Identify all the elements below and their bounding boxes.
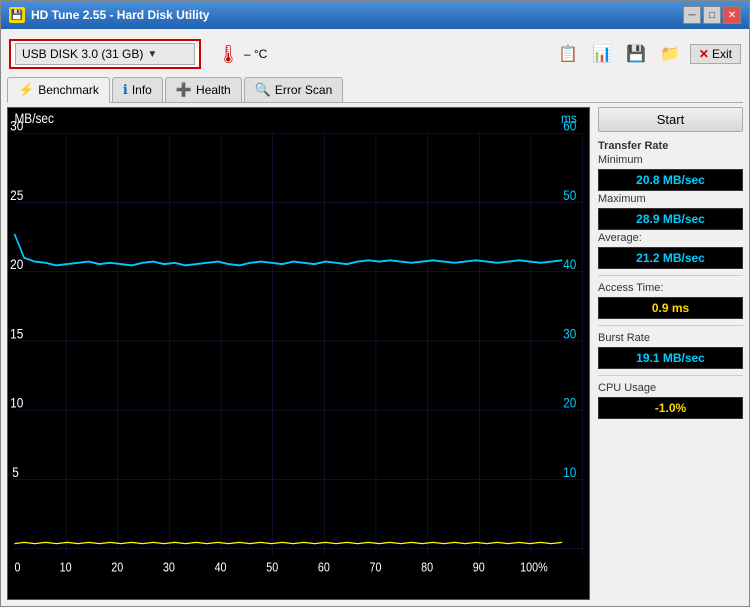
errorscan-tab-label: Error Scan bbox=[275, 83, 332, 97]
disk-name-label: USB DISK 3.0 (31 GB) bbox=[22, 47, 143, 61]
tab-health[interactable]: ➕ Health bbox=[165, 77, 242, 102]
svg-text:MB/sec: MB/sec bbox=[14, 110, 54, 126]
svg-text:20: 20 bbox=[10, 256, 23, 272]
svg-text:30: 30 bbox=[563, 325, 576, 341]
health-tab-label: Health bbox=[196, 83, 231, 97]
info-tab-label: Info bbox=[132, 83, 152, 97]
exit-x-icon: ✕ bbox=[699, 47, 709, 61]
divider-3 bbox=[598, 375, 743, 376]
toolbar-right: 📋 📊 💾 📁 ✕ Exit bbox=[554, 42, 741, 66]
folder-icon-btn[interactable]: 📁 bbox=[656, 42, 684, 66]
cpu-usage-label: CPU Usage bbox=[598, 382, 743, 394]
main-content: USB DISK 3.0 (31 GB) ▼ 🌡 – °C 📋 📊 💾 📁 ✕ … bbox=[1, 29, 749, 606]
svg-text:70: 70 bbox=[370, 561, 382, 575]
maximum-label: Maximum bbox=[598, 193, 743, 205]
access-time-value: 0.9 ms bbox=[598, 297, 743, 319]
chart-icon-btn[interactable]: 📊 bbox=[588, 42, 616, 66]
average-label: Average: bbox=[598, 232, 743, 244]
thermometer-icon: 🌡 bbox=[217, 44, 240, 65]
minimum-label: Minimum bbox=[598, 154, 743, 166]
cpu-usage-group: CPU Usage -1.0% bbox=[598, 382, 743, 419]
close-button[interactable]: ✕ bbox=[723, 6, 741, 24]
svg-text:10: 10 bbox=[563, 464, 576, 480]
burst-rate-group: Burst Rate 19.1 MB/sec bbox=[598, 332, 743, 369]
app-icon: 💾 bbox=[9, 7, 25, 23]
maximize-button[interactable]: □ bbox=[703, 6, 721, 24]
burst-rate-label: Burst Rate bbox=[598, 332, 743, 344]
svg-text:40: 40 bbox=[563, 256, 576, 272]
svg-text:50: 50 bbox=[563, 187, 576, 203]
svg-text:15: 15 bbox=[10, 325, 23, 341]
title-bar-left: 💾 HD Tune 2.55 - Hard Disk Utility bbox=[9, 7, 209, 23]
transfer-rate-title: Transfer Rate bbox=[598, 140, 743, 152]
temperature-value: – °C bbox=[244, 47, 267, 61]
svg-text:100%: 100% bbox=[520, 561, 548, 575]
tab-errorscan[interactable]: 🔍 Error Scan bbox=[244, 77, 344, 102]
chart-area: 30 25 20 15 10 5 MB/sec 60 50 40 30 20 1… bbox=[7, 107, 743, 600]
tab-bar: ⚡ Benchmark ℹ Info ➕ Health 🔍 Error Scan bbox=[7, 77, 743, 103]
benchmark-chart: 30 25 20 15 10 5 MB/sec 60 50 40 30 20 1… bbox=[7, 107, 590, 600]
benchmark-tab-icon: ⚡ bbox=[18, 82, 34, 98]
start-button[interactable]: Start bbox=[598, 107, 743, 132]
svg-text:20: 20 bbox=[563, 395, 576, 411]
benchmark-tab-label: Benchmark bbox=[38, 83, 99, 97]
svg-text:10: 10 bbox=[10, 395, 23, 411]
svg-text:80: 80 bbox=[421, 561, 433, 575]
disk-dropdown[interactable]: USB DISK 3.0 (31 GB) ▼ bbox=[15, 43, 195, 65]
toolbar: USB DISK 3.0 (31 GB) ▼ 🌡 – °C 📋 📊 💾 📁 ✕ … bbox=[7, 35, 743, 73]
main-window: 💾 HD Tune 2.55 - Hard Disk Utility ─ □ ✕… bbox=[0, 0, 750, 607]
transfer-rate-group: Transfer Rate Minimum 20.8 MB/sec Maximu… bbox=[598, 138, 743, 269]
divider-2 bbox=[598, 325, 743, 326]
divider-1 bbox=[598, 275, 743, 276]
svg-text:30: 30 bbox=[163, 561, 175, 575]
disk-selector-frame: USB DISK 3.0 (31 GB) ▼ bbox=[9, 39, 201, 69]
dropdown-arrow-icon: ▼ bbox=[147, 49, 157, 60]
average-value: 21.2 MB/sec bbox=[598, 247, 743, 269]
exit-label: Exit bbox=[712, 47, 732, 61]
exit-button[interactable]: ✕ Exit bbox=[690, 44, 741, 64]
burst-rate-value: 19.1 MB/sec bbox=[598, 347, 743, 369]
chart-svg: 30 25 20 15 10 5 MB/sec 60 50 40 30 20 1… bbox=[8, 108, 589, 599]
save-icon-btn[interactable]: 💾 bbox=[622, 42, 650, 66]
svg-text:5: 5 bbox=[12, 464, 19, 480]
svg-text:0: 0 bbox=[14, 561, 20, 575]
svg-text:10: 10 bbox=[60, 561, 72, 575]
svg-text:25: 25 bbox=[10, 187, 23, 203]
minimum-value: 20.8 MB/sec bbox=[598, 169, 743, 191]
tab-info[interactable]: ℹ Info bbox=[112, 77, 163, 102]
maximum-value: 28.9 MB/sec bbox=[598, 208, 743, 230]
svg-text:90: 90 bbox=[473, 561, 485, 575]
sidebar-stats: Start Transfer Rate Minimum 20.8 MB/sec … bbox=[598, 107, 743, 600]
svg-text:50: 50 bbox=[266, 561, 278, 575]
access-time-group: Access Time: 0.9 ms bbox=[598, 282, 743, 319]
health-tab-icon: ➕ bbox=[176, 82, 192, 98]
svg-text:ms: ms bbox=[561, 110, 577, 126]
window-title: HD Tune 2.55 - Hard Disk Utility bbox=[31, 8, 209, 22]
svg-text:20: 20 bbox=[111, 561, 123, 575]
tab-benchmark[interactable]: ⚡ Benchmark bbox=[7, 77, 110, 103]
title-bar: 💾 HD Tune 2.55 - Hard Disk Utility ─ □ ✕ bbox=[1, 1, 749, 29]
access-time-label: Access Time: bbox=[598, 282, 743, 294]
info-tab-icon: ℹ bbox=[123, 82, 128, 98]
svg-text:60: 60 bbox=[318, 561, 330, 575]
temperature-display: 🌡 – °C bbox=[217, 44, 267, 65]
copy-icon-btn[interactable]: 📋 bbox=[554, 42, 582, 66]
minimize-button[interactable]: ─ bbox=[683, 6, 701, 24]
errorscan-tab-icon: 🔍 bbox=[255, 82, 271, 98]
window-controls: ─ □ ✕ bbox=[683, 6, 741, 24]
cpu-usage-value: -1.0% bbox=[598, 397, 743, 419]
stats-section: Transfer Rate Minimum 20.8 MB/sec Maximu… bbox=[598, 138, 743, 419]
svg-text:40: 40 bbox=[215, 561, 227, 575]
